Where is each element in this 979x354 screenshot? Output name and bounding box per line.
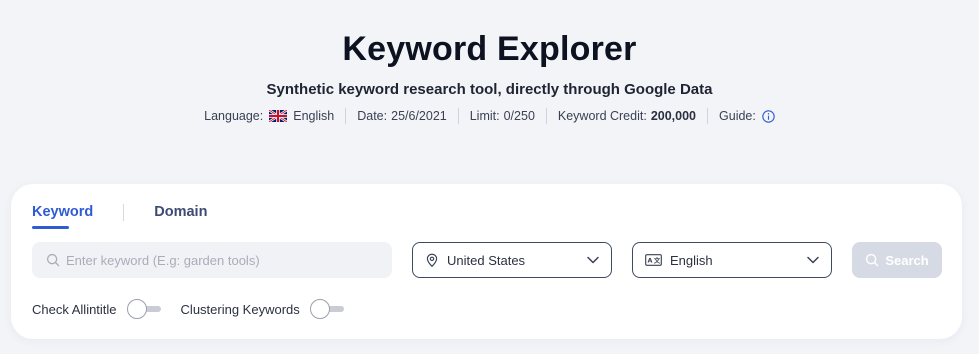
- country-select[interactable]: United States: [412, 242, 612, 278]
- options-row: Check Allintitle Clustering Keywords: [32, 299, 364, 319]
- tab-divider: [123, 204, 125, 221]
- page-subtitle: Synthetic keyword research tool, directl…: [266, 81, 713, 98]
- svg-text:A: A: [648, 257, 653, 265]
- tab-domain[interactable]: Domain: [154, 204, 207, 227]
- page-title: Keyword Explorer: [342, 30, 637, 68]
- meta-bar: Language: English Date: 25/6/2021 Limit:…: [0, 108, 979, 124]
- chevron-down-icon: [587, 256, 599, 264]
- clustering-label: Clustering Keywords: [180, 301, 300, 317]
- search-icon: [46, 253, 60, 267]
- toggle-knob: [309, 299, 330, 319]
- date-label: Date:: [357, 109, 388, 123]
- clustering-option: Clustering Keywords: [181, 299, 344, 319]
- info-icon[interactable]: [762, 109, 775, 123]
- keyword-search-field[interactable]: [32, 242, 392, 278]
- country-select-value: United States: [447, 252, 526, 268]
- meta-limit: Limit: 0/250: [457, 108, 546, 124]
- keyword-search-input[interactable]: [66, 252, 366, 268]
- clustering-toggle[interactable]: [309, 299, 344, 319]
- meta-credit: Keyword Credit: 200,000: [545, 108, 707, 124]
- meta-language: Language: English: [193, 108, 345, 124]
- language-select[interactable]: A 文 English: [632, 242, 832, 278]
- meta-date: Date: 25/6/2021: [345, 108, 458, 124]
- language-label: Language:: [204, 109, 264, 123]
- allintitle-label: Check Allintitle: [32, 301, 117, 317]
- date-value: 25/6/2021: [391, 109, 447, 123]
- uk-flag-icon: [269, 110, 288, 122]
- chevron-down-icon: [807, 256, 819, 264]
- search-icon: [866, 253, 879, 267]
- guide-label: Guide:: [719, 109, 756, 123]
- location-pin-icon: [426, 253, 438, 267]
- svg-text:文: 文: [654, 256, 661, 265]
- toggle-knob: [126, 299, 147, 319]
- credit-value: 200,000: [650, 109, 697, 123]
- search-button[interactable]: Search: [852, 242, 942, 278]
- tab-keyword[interactable]: Keyword: [32, 204, 93, 229]
- allintitle-toggle[interactable]: [126, 299, 161, 319]
- search-card: Keyword Domain United States A 文 English: [11, 184, 962, 339]
- search-button-label: Search: [885, 252, 929, 268]
- translate-icon: A 文: [645, 254, 662, 266]
- meta-guide: Guide:: [707, 108, 786, 124]
- credit-label: Keyword Credit:: [557, 109, 647, 123]
- limit-value: 0/250: [503, 109, 535, 123]
- limit-label: Limit:: [469, 109, 500, 123]
- allintitle-option: Check Allintitle: [32, 299, 161, 319]
- language-value: English: [293, 109, 335, 123]
- language-select-value: English: [670, 252, 713, 268]
- tab-bar: Keyword Domain: [32, 204, 207, 229]
